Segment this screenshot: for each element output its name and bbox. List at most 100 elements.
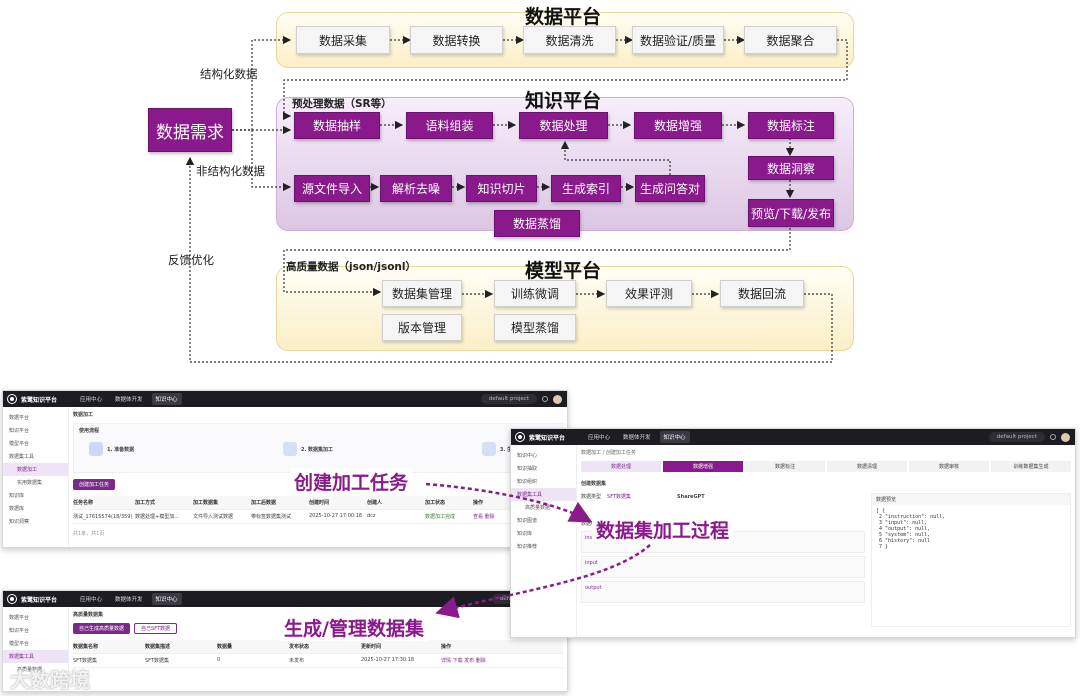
sidebar-item[interactable]: 知识库 xyxy=(3,489,68,502)
type-radio[interactable]: SFT数据集 xyxy=(607,493,631,500)
guide-step: 2. 数据集加工 xyxy=(300,446,334,453)
sidebar: 知识中心 知识抽取 知识组织 数据集工具 高质量数据 知识图谱 知识库 知识推荐 xyxy=(511,445,577,637)
feedback-label: 反馈优化 xyxy=(168,253,214,267)
step-process-icon xyxy=(282,442,297,456)
data-step-aggregate: 数据聚合 xyxy=(744,26,837,54)
step-bar: 数据处理 数据增强 数据标注 数据清理 数据审核 训练数据集生成 xyxy=(581,461,1071,472)
know-step-index: 生成索引 xyxy=(551,175,621,202)
tab-app-center[interactable]: 应用中心 xyxy=(76,593,106,605)
model-step-backflow: 数据回流 xyxy=(720,280,804,307)
preview-title: 数据预览 xyxy=(872,494,1070,505)
data-step-clean: 数据清洗 xyxy=(523,26,616,54)
project-select[interactable]: default project xyxy=(480,394,537,404)
sidebar-item[interactable]: 知识平台 xyxy=(3,424,68,437)
table-row[interactable]: SFT数据集 SFT数据集 0 未发布 2025-10-27 17:30:18 … xyxy=(73,654,563,668)
tab-agent-dev[interactable]: 数据体开发 xyxy=(111,393,147,405)
know-step-sample: 数据抽样 xyxy=(294,112,380,139)
knowledge-platform-title: 知识平台 xyxy=(525,90,602,112)
sidebar-item[interactable]: 数据库 xyxy=(3,502,68,515)
brand-name: 紫鹭知识平台 xyxy=(529,434,566,442)
create-task-button[interactable]: 创建加工任务 xyxy=(73,479,116,490)
sidebar-item[interactable]: 知识抽取 xyxy=(511,462,576,475)
step-item[interactable]: 数据审核 xyxy=(909,461,989,472)
table-header: 任务名称 加工方式 加工数据集 加工后数据 创建时间 创建人 加工状态 操作 xyxy=(73,496,563,510)
sidebar-item[interactable]: 数据平台 xyxy=(3,411,68,424)
know-step-distill: 数据蒸馏 xyxy=(494,210,580,237)
know-step-corpus: 语料组装 xyxy=(406,112,493,139)
hq-data-label: 高质量数据（json/jsonl） xyxy=(286,261,417,273)
tab-sft-dataset[interactable]: 自己SFT数据 xyxy=(134,623,178,634)
step-prepare-icon xyxy=(89,442,103,456)
tab-knowledge-center[interactable]: 知识中心 xyxy=(659,431,690,443)
sidebar-item[interactable]: 模型平台 xyxy=(3,437,68,450)
watermark: 大数跨境 xyxy=(10,668,90,692)
sidebar-item[interactable]: 知识图谱 xyxy=(511,514,576,527)
guide-panel: 使用流程 1. 准备数据 2. 数据集加工 3. 生成高质量数据集 xyxy=(73,423,563,473)
sidebar-item[interactable]: 知识库 xyxy=(511,527,576,540)
form-area: 数据类型 SFT数据集 ShareGPT 数据结构模板 instruction … xyxy=(581,493,865,627)
tab-app-center[interactable]: 应用中心 xyxy=(76,393,106,405)
step-item[interactable]: 数据清理 xyxy=(827,461,907,472)
avatar[interactable] xyxy=(553,394,562,404)
model-step-version: 版本管理 xyxy=(382,314,462,341)
step-item[interactable]: 训练数据集生成 xyxy=(991,461,1071,472)
guide-title: 使用流程 xyxy=(79,428,100,434)
tab-app-center[interactable]: 应用中心 xyxy=(584,431,614,443)
data-step-collect: 数据采集 xyxy=(296,26,390,54)
type-label: 数据类型 xyxy=(581,494,602,500)
sidebar-item[interactable]: 知识平台 xyxy=(3,624,68,637)
sidebar-item[interactable]: 知识中心 xyxy=(511,449,576,462)
preview-panel: 数据预览 [ { 2 "instruction": null, 3 "input… xyxy=(871,493,1071,627)
brand-name: 紫鹭知识平台 xyxy=(21,396,58,404)
brand-logo-icon xyxy=(516,433,524,441)
field-card: input xyxy=(581,556,865,578)
callout-processing: 数据集加工过程 xyxy=(592,516,734,543)
help-icon[interactable] xyxy=(542,396,548,402)
guide-step: 1. 准备数据 xyxy=(107,446,135,453)
tab-knowledge-center[interactable]: 知识中心 xyxy=(151,593,182,605)
model-step-dataset: 数据集管理 xyxy=(382,280,462,307)
know-step-slice: 知识切片 xyxy=(466,175,537,202)
step-item[interactable]: 数据增强 xyxy=(663,461,743,472)
sidebar-item[interactable]: 高质量数据 xyxy=(511,501,576,514)
help-icon[interactable] xyxy=(1050,434,1056,440)
avatar[interactable] xyxy=(1061,432,1070,442)
table-row[interactable]: 测试_17615574(18/359) 数据处理+模型加... 文件导入测试数据… xyxy=(73,510,563,524)
tab-knowledge-center[interactable]: 知识中心 xyxy=(151,393,182,405)
tab-generated-dataset[interactable]: 自己生成高质量数据 xyxy=(73,623,131,634)
data-step-validate: 数据验证/质量 xyxy=(632,26,724,54)
model-platform-title: 模型平台 xyxy=(525,260,602,282)
sidebar: 数据平台 知识平台 模型平台 数据集工具 数据加工 实用数据集 知识库 数据库 … xyxy=(3,407,69,547)
screenshot-task-list: 紫鹭知识平台 应用中心 数据体开发 知识中心 default project 数… xyxy=(2,390,568,548)
sidebar-item[interactable]: 知识洞察 xyxy=(3,515,68,528)
sidebar-item-dataset-tools[interactable]: 数据集工具 xyxy=(3,650,68,663)
structured-data-label: 结构化数据 xyxy=(200,67,258,81)
data-step-transform: 数据转换 xyxy=(410,26,503,54)
top-nav: 紫鹭知识平台 应用中心 数据体开发 知识中心 default project xyxy=(3,391,567,407)
know-step-insight: 数据洞察 xyxy=(748,156,834,180)
project-select[interactable]: default project xyxy=(988,432,1045,442)
step-item[interactable]: 数据标注 xyxy=(745,461,825,472)
sidebar-item[interactable]: 知识推荐 xyxy=(511,540,576,553)
sidebar-item[interactable]: 数据集工具 xyxy=(3,450,68,463)
sidebar-item-dataset-tools[interactable]: 数据集工具 xyxy=(511,488,576,501)
callout-create-task: 创建加工任务 xyxy=(290,468,413,495)
table-header: 数据集名称 数据集描述 数据量 发布状态 更新时间 操作 xyxy=(73,640,563,654)
dataset-table: 数据集名称 数据集描述 数据量 发布状态 更新时间 操作 SFT数据集 SFT数… xyxy=(73,640,563,668)
preview-code: [ { 2 "instruction": null, 3 "input": nu… xyxy=(876,508,946,550)
model-step-finetune: 训练微调 xyxy=(494,280,576,307)
know-step-publish: 预览/下载/发布 xyxy=(748,199,834,227)
know-step-process: 数据处理 xyxy=(519,112,608,139)
sidebar-item[interactable]: 实用数据集 xyxy=(3,476,68,489)
unstructured-data-label: 非结构化数据 xyxy=(196,164,265,178)
model-step-eval: 效果评测 xyxy=(606,280,692,307)
tab-agent-dev[interactable]: 数据体开发 xyxy=(111,593,147,605)
step-item[interactable]: 数据处理 xyxy=(581,461,661,472)
sidebar-item-data-processing[interactable]: 数据加工 xyxy=(3,463,68,476)
sidebar-item[interactable]: 数据平台 xyxy=(3,611,68,624)
sidebar-item[interactable]: 知识组织 xyxy=(511,475,576,488)
sidebar-item[interactable]: 模型平台 xyxy=(3,637,68,650)
field-name: output xyxy=(585,585,602,591)
callout-manage-dataset: 生成/管理数据集 xyxy=(280,614,428,641)
tab-agent-dev[interactable]: 数据体开发 xyxy=(619,431,655,443)
